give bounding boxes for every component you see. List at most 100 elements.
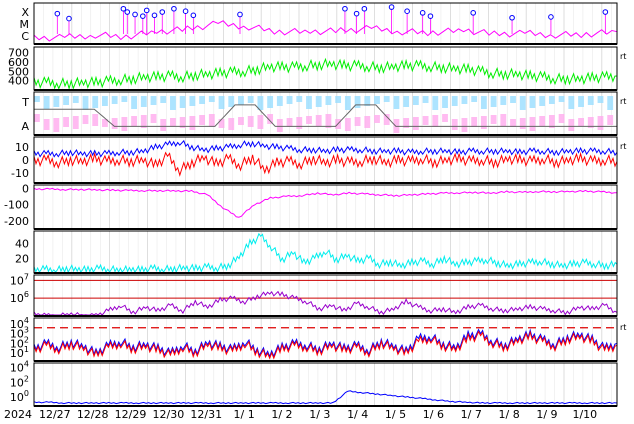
- panel-right-label: rt: [620, 97, 626, 106]
- flare-marker: [190, 12, 197, 19]
- panel-frame: [33, 274, 618, 317]
- sector-away-mark: [111, 118, 118, 129]
- sector-towards-mark: [72, 96, 79, 103]
- panel-frame: [33, 317, 618, 362]
- year-label: 2024: [4, 408, 32, 421]
- sector-away-mark: [43, 119, 50, 130]
- sector-towards-mark: [238, 96, 244, 105]
- sector-towards-mark: [412, 96, 419, 105]
- bt-line: [33, 139, 618, 158]
- sector-towards-mark: [490, 96, 497, 107]
- sector-towards-mark: [480, 96, 487, 109]
- flare-marker: [159, 9, 166, 15]
- sector-away-mark: [539, 116, 546, 126]
- sector-towards-mark: [199, 96, 206, 104]
- sector-away-mark: [607, 115, 614, 125]
- wind-speed-tick-label: 400: [8, 75, 29, 88]
- panel-right-label: rt: [620, 323, 626, 332]
- sector-towards-mark: [510, 96, 516, 103]
- sector-towards-mark: [276, 96, 283, 106]
- sector-away-mark: [150, 114, 157, 123]
- sector-away-mark: [296, 117, 303, 129]
- x-tick-label: 12/27: [39, 408, 71, 421]
- proton-tick-label: 107: [10, 272, 29, 287]
- sector-towards-mark: [325, 96, 332, 105]
- sector-towards-mark: [344, 96, 351, 110]
- sector-away-mark: [510, 119, 516, 127]
- sector-away-mark: [578, 118, 584, 126]
- dst-tick-label: -200: [4, 215, 29, 228]
- mag-field-tick-label: 0: [22, 154, 29, 167]
- sector-towards-mark: [354, 96, 361, 108]
- he-proton-line: [33, 390, 618, 405]
- sector-towards-mark: [539, 96, 546, 106]
- panel-right-label: rt: [620, 142, 626, 151]
- x-tick-label: 1/ 3: [309, 408, 330, 421]
- sector-towards-mark: [607, 96, 614, 110]
- sector-towards-mark: [208, 96, 215, 102]
- dst-tick-label: -100: [4, 199, 29, 212]
- x-tick-label: 1/ 5: [385, 408, 406, 421]
- sector-away-mark: [131, 116, 137, 126]
- sector-away-mark: [189, 116, 196, 130]
- sector-away-mark: [558, 114, 565, 123]
- sector-towards-mark: [587, 96, 594, 105]
- sector-away-mark: [208, 114, 215, 127]
- sector-away-mark: [315, 115, 322, 126]
- axis-labels: 12/27 12/28 12/29 12/30 12/31 1/ 1 1/ 2 1/ 3 1/ …: [4, 6, 626, 421]
- sector-towards-mark: [43, 96, 50, 109]
- flare-marker: [470, 10, 476, 16]
- sector-away-mark: [238, 117, 244, 125]
- electron-tick-label: 101: [10, 345, 29, 360]
- x-tick-label: 12/29: [115, 408, 147, 421]
- flare-marker: [120, 5, 127, 12]
- sector-towards-mark: [403, 96, 410, 107]
- sector-towards-mark: [53, 96, 60, 107]
- bz-line: [33, 151, 618, 177]
- panel-right-label: rt: [620, 52, 626, 61]
- x-tick-label: 1/ 7: [461, 408, 482, 421]
- sector-towards-mark: [160, 96, 167, 103]
- sector-towards-mark: [34, 96, 40, 102]
- sector-towards-mark: [578, 96, 584, 107]
- sector-away-mark: [247, 116, 254, 127]
- sector-away-mark: [471, 117, 478, 127]
- sector-away-mark: [442, 114, 448, 122]
- sector-away-mark: [412, 117, 419, 130]
- x-tick-label: 1/ 9: [536, 408, 557, 421]
- sector-away-mark: [500, 114, 507, 126]
- flare-marker: [143, 7, 150, 14]
- sector-towards-mark: [92, 96, 99, 108]
- sector-towards-mark: [63, 96, 69, 105]
- sector-away-mark: [597, 116, 604, 130]
- sector-towards-mark: [548, 96, 555, 104]
- sector-towards-mark: [519, 96, 526, 110]
- sector-towards-mark: [558, 96, 565, 102]
- sector-towards-mark: [335, 96, 342, 103]
- flare-marker: [548, 14, 554, 20]
- sector-label-a: A: [21, 120, 29, 133]
- sector-towards-mark: [140, 96, 147, 107]
- x-tick-label: 1/ 8: [499, 408, 520, 421]
- sector-away-mark: [529, 117, 536, 131]
- sector-towards-mark: [121, 96, 128, 102]
- sector-towards-mark: [267, 96, 274, 108]
- sector-away-mark: [364, 116, 371, 128]
- sector-away-mark: [92, 114, 99, 126]
- sector-towards-mark: [315, 96, 322, 107]
- dst-line: [33, 187, 618, 218]
- sector-towards-mark: [228, 96, 235, 107]
- sector-towards-mark: [296, 96, 303, 102]
- sector-towards-mark: [179, 96, 186, 108]
- sector-away-mark: [568, 119, 575, 131]
- flare-marker: [171, 5, 177, 12]
- sector-away-mark: [72, 116, 79, 129]
- sector-away-mark: [286, 118, 293, 127]
- flare-class-label: C: [21, 30, 29, 43]
- flare-flux-line: [33, 20, 618, 42]
- flare-marker: [427, 13, 434, 19]
- sector-away-mark: [383, 114, 390, 125]
- proton-tick-label: 106: [10, 290, 29, 305]
- sector-away-mark: [490, 115, 497, 124]
- sector-away-mark: [218, 119, 225, 128]
